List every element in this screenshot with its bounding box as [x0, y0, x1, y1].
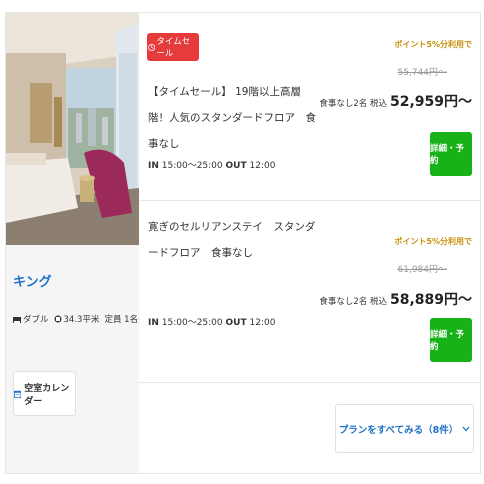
timesale-badge: タイムセール [147, 33, 199, 61]
checkin-label: IN [148, 161, 159, 171]
checkin-checkout: IN 15:00～25:00 OUT 12:00 [148, 158, 275, 171]
room-column: キング ダブル 34.3平米 定員 1名～2名 禁 [6, 13, 176, 473]
checkout-time: 12:00 [249, 318, 276, 328]
details-booking-button[interactable]: 詳細・予約 [430, 132, 472, 176]
price-value: 52,959円～ [389, 94, 472, 110]
checkout-time: 12:00 [249, 161, 276, 171]
room-area: 34.3平米 [63, 315, 100, 325]
availability-calendar-button[interactable]: 空室カレンダー [13, 371, 76, 416]
plan-item: タイムセール 【タイムセール】 19階以上高層階！人気のスタンダードフロア 食事… [139, 13, 480, 201]
bed-icon [13, 317, 21, 323]
view-all-plans-label: プランをすべてみる（8件） [338, 424, 459, 436]
checkin-label: IN [148, 318, 159, 328]
price-row: 食事なし2名 税込 58,889円～ [319, 289, 472, 309]
original-price: 61,984円～ [397, 265, 448, 275]
checkin-checkout: IN 15:00～25:00 OUT 12:00 [148, 315, 275, 328]
calendar-button-label: 空室カレンダー [24, 383, 70, 407]
checkout-label: OUT [225, 161, 247, 171]
room-card: キング ダブル 34.3平米 定員 1名～2名 禁 [5, 12, 481, 474]
details-booking-button[interactable]: 詳細・予約 [430, 318, 472, 362]
bed-type: ダブル [23, 315, 49, 325]
clock-icon [148, 43, 156, 51]
view-all-plans-button[interactable]: プランをすべてみる（8件） [335, 404, 474, 453]
original-price: 55,744円～ [397, 68, 448, 78]
timesale-label: タイムセール [156, 37, 191, 59]
room-photo[interactable] [6, 13, 139, 245]
point-usage-label: ポイント5%分利用で [394, 237, 472, 246]
plan-item: 寛ぎのセルリアンステイ スタンダードフロア 食事なし IN 15:00～25:0… [139, 201, 480, 383]
price-note: 食事なし2名 税込 [319, 297, 387, 307]
price-note: 食事なし2名 税込 [319, 99, 387, 109]
room-info: キング ダブル 34.3平米 定員 1名～2名 禁 [6, 245, 176, 473]
area-icon [54, 315, 62, 323]
calendar-icon [14, 390, 22, 398]
checkout-label: OUT [225, 318, 247, 328]
checkin-time: 15:00～25:00 [161, 318, 223, 328]
room-photo-illustration [6, 13, 139, 245]
plan-title[interactable]: 寛ぎのセルリアンステイ スタンダードフロア 食事なし [148, 214, 318, 266]
plan-title[interactable]: 【タイムセール】 19階以上高層階！人気のスタンダードフロア 食事なし [148, 79, 318, 157]
price-value: 58,889円～ [389, 292, 472, 308]
checkin-time: 15:00～25:00 [161, 161, 223, 171]
chevron-down-icon [462, 426, 470, 431]
room-name[interactable]: キング [13, 271, 52, 290]
point-usage-label: ポイント5%分利用で [394, 40, 472, 49]
price-row: 食事なし2名 税込 52,959円～ [319, 91, 472, 111]
